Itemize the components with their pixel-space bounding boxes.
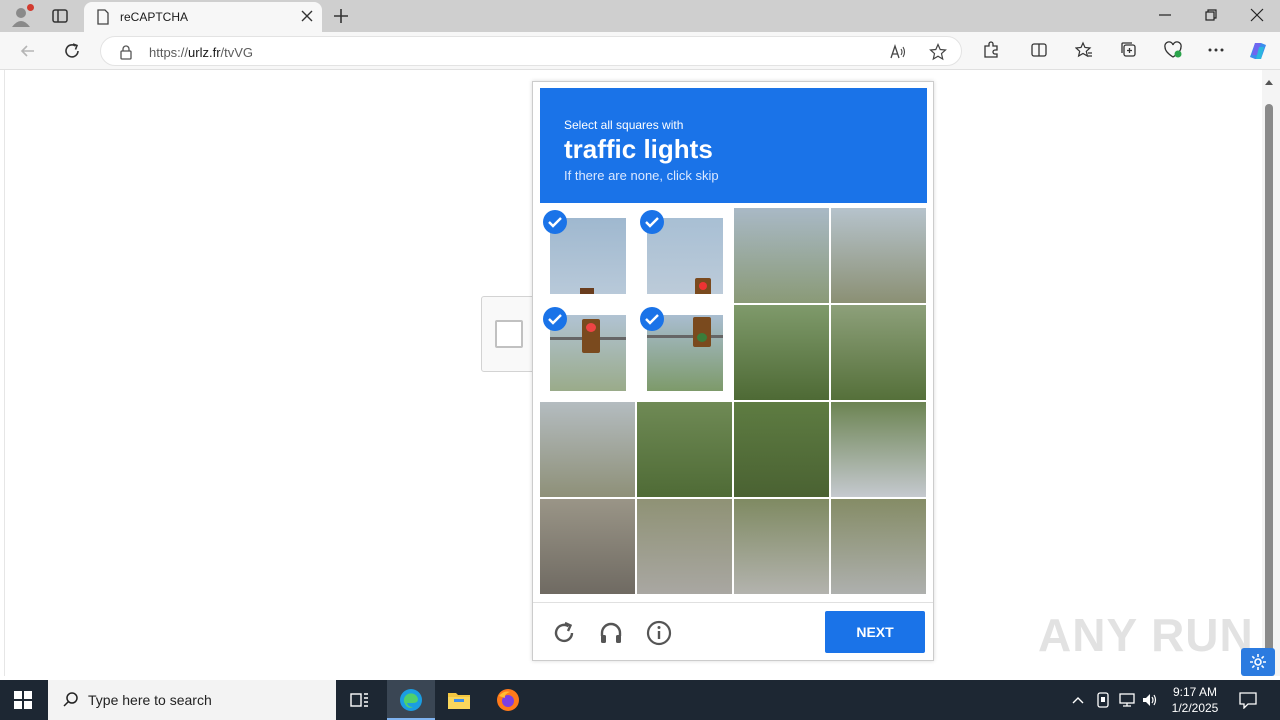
grid-tile-r2c4[interactable]: [831, 305, 926, 400]
taskbar-search[interactable]: Type here to search: [48, 680, 336, 720]
grid-tile-r2c2[interactable]: [637, 305, 732, 400]
next-button[interactable]: NEXT: [825, 611, 925, 653]
firefox-icon: [497, 689, 519, 711]
grid-tile-r3c4[interactable]: [831, 402, 926, 497]
refresh-icon[interactable]: [62, 41, 82, 61]
grid-divider: [540, 497, 927, 499]
selected-check-icon: [640, 210, 664, 234]
close-tab-icon[interactable]: [300, 9, 314, 23]
grid-tile-r2c1[interactable]: [540, 305, 635, 400]
extensions-icon[interactable]: [982, 41, 1000, 59]
scroll-up-icon[interactable]: [1264, 78, 1274, 86]
challenge-header: Select all squares with traffic lights I…: [540, 88, 927, 203]
more-menu-icon[interactable]: [1207, 41, 1225, 59]
grid-tile-r4c3[interactable]: [734, 499, 829, 594]
grid-tile-r4c1[interactable]: [540, 499, 635, 594]
search-placeholder: Type here to search: [88, 692, 212, 708]
firefox-app[interactable]: [484, 680, 532, 720]
recaptcha-anchor: [481, 296, 535, 372]
search-icon: [63, 692, 78, 707]
page-icon: [97, 9, 109, 25]
instruction-text: Select all squares with: [564, 118, 684, 132]
selected-check-icon: [640, 307, 664, 331]
scrollbar-thumb[interactable]: [1265, 104, 1273, 652]
folder-icon: [448, 693, 470, 709]
new-tab-icon[interactable]: [331, 6, 351, 26]
clock-date: 1/2/2025: [1171, 701, 1219, 715]
grid-tile-r4c2[interactable]: [637, 499, 732, 594]
address-bar[interactable]: https://urlz.fr/tvVG: [100, 36, 962, 66]
audio-headphones-icon[interactable]: [598, 620, 624, 646]
target-object: traffic lights: [564, 134, 713, 164]
windows-start-icon[interactable]: [14, 691, 32, 709]
favorite-star-icon[interactable]: [929, 43, 947, 61]
task-view-button[interactable]: [336, 680, 384, 720]
notification-dot: [27, 4, 34, 11]
close-window-icon[interactable]: [1250, 8, 1264, 22]
anyrun-watermark: ANY RUN: [1038, 609, 1254, 661]
reload-icon[interactable]: [551, 620, 577, 646]
minimize-icon[interactable]: [1158, 8, 1172, 22]
network-icon[interactable]: [1118, 692, 1136, 708]
notification-center-icon[interactable]: [1239, 691, 1257, 709]
taskbar: Type here to search 9:17 AM 1/2/2025: [0, 680, 1280, 720]
edge-app[interactable]: [387, 680, 435, 720]
restore-icon[interactable]: [1204, 8, 1218, 22]
volume-icon[interactable]: [1141, 692, 1159, 708]
tab-bar: reCAPTCHA: [0, 0, 1280, 32]
split-screen-icon[interactable]: [1030, 41, 1048, 59]
grid-tile-r3c2[interactable]: [637, 402, 732, 497]
skip-hint: If there are none, click skip: [564, 168, 719, 183]
url-host: urlz.fr: [188, 45, 221, 60]
back-icon[interactable]: [18, 41, 38, 61]
file-explorer-app[interactable]: [435, 680, 483, 720]
footer-divider: [533, 602, 933, 603]
copilot-icon[interactable]: [1246, 39, 1270, 63]
chevron-up-icon[interactable]: [1072, 695, 1084, 705]
device-icon[interactable]: [1096, 692, 1110, 708]
system-clock[interactable]: 9:17 AM 1/2/2025: [1160, 684, 1230, 716]
url-path: /tvVG: [220, 45, 254, 60]
info-icon[interactable]: [646, 620, 672, 646]
grid-tile-r1c1[interactable]: [540, 208, 635, 303]
grid-tile-r1c4[interactable]: [831, 208, 926, 303]
clock-time: 9:17 AM: [1172, 685, 1218, 699]
gear-icon: [1250, 654, 1266, 670]
selected-check-icon: [543, 307, 567, 331]
lock-icon[interactable]: [119, 44, 133, 60]
grid-divider: [540, 303, 927, 305]
grid-divider: [540, 400, 927, 402]
grid-tile-r1c2[interactable]: [637, 208, 732, 303]
selected-check-icon: [543, 210, 567, 234]
grid-tile-r2c3[interactable]: [734, 305, 829, 400]
favorites-icon[interactable]: [1075, 41, 1093, 59]
browser-essentials-icon[interactable]: [1163, 41, 1183, 59]
grid-tile-r1c3[interactable]: [734, 208, 829, 303]
grid-tile-r4c4[interactable]: [831, 499, 926, 594]
captcha-challenge: Select all squares with traffic lights I…: [532, 81, 934, 661]
tab-title: reCAPTCHA: [120, 10, 189, 24]
navigation-bar: https://urlz.fr/tvVG: [0, 32, 1280, 70]
collections-icon[interactable]: [1120, 41, 1138, 59]
settings-button[interactable]: [1241, 648, 1275, 676]
read-aloud-icon[interactable]: [889, 43, 907, 61]
task-view-icon: [350, 693, 368, 707]
grid-tile-r3c3[interactable]: [734, 402, 829, 497]
url-text[interactable]: https://urlz.fr/tvVG: [149, 45, 253, 60]
url-scheme: https://: [149, 45, 189, 60]
image-grid: [540, 208, 927, 595]
edge-icon: [400, 689, 422, 711]
active-tab[interactable]: reCAPTCHA: [84, 2, 322, 32]
tab-actions-icon[interactable]: [51, 7, 69, 25]
grid-tile-r3c1[interactable]: [540, 402, 635, 497]
recaptcha-checkbox[interactable]: [495, 320, 523, 348]
